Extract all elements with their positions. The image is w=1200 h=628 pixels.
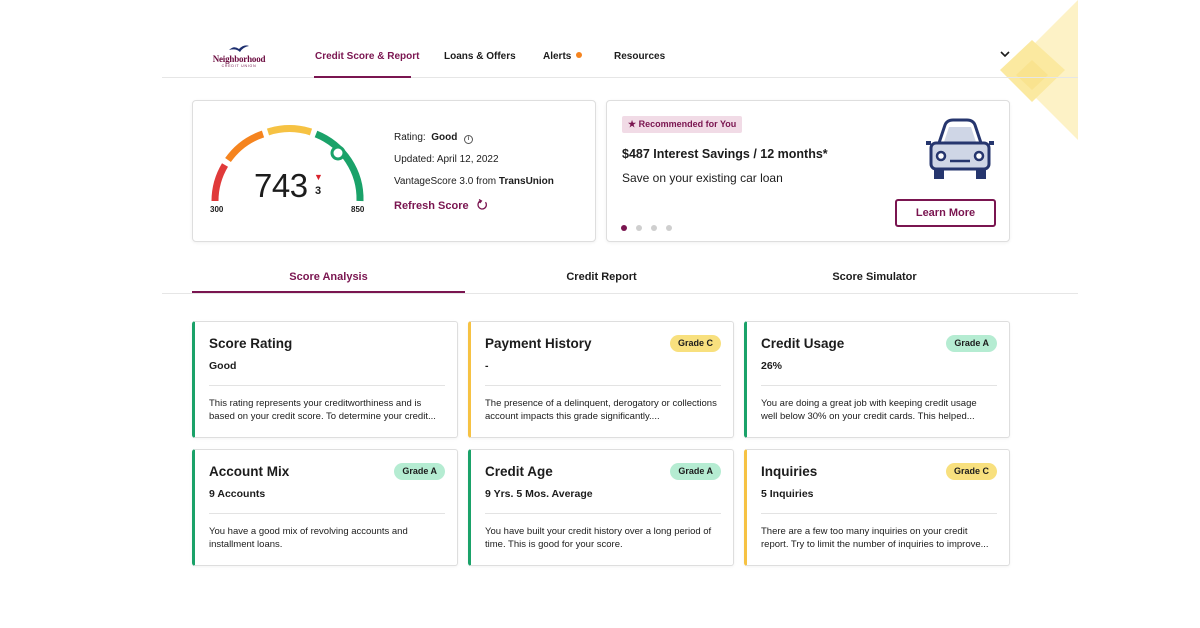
factor-description: There are a few too many inquiries on yo… xyxy=(761,526,989,550)
recommended-badge: ★ Recommended for You xyxy=(622,116,743,133)
factor-value: 9 Accounts xyxy=(209,488,266,500)
factor-description: The presence of a delinquent, derogatory… xyxy=(485,398,717,422)
grade-badge: Grade A xyxy=(670,463,721,480)
credit-score-card: 743 ▼ 3 300 850 Rating: Good i Updated: … xyxy=(192,100,596,242)
factor-title: Inquiries xyxy=(761,464,818,479)
gauge-max: 850 xyxy=(351,205,365,214)
factor-title: Credit Age xyxy=(485,464,553,479)
grade-badge: Grade C xyxy=(945,463,997,480)
rating-label: Rating: xyxy=(394,132,426,143)
divider xyxy=(485,385,721,386)
carousel-dots xyxy=(621,218,681,236)
learn-more-button[interactable]: Learn More xyxy=(895,199,996,227)
factor-card-credit-usage[interactable]: Credit Usage Grade A 26% You are doing a… xyxy=(744,321,1010,438)
nav-credit-score[interactable]: Credit Score & Report xyxy=(315,51,419,62)
divider xyxy=(485,513,721,514)
factor-value: Good xyxy=(209,360,237,372)
promo-subtitle: Save on your existing car loan xyxy=(622,171,783,185)
nav-alerts[interactable]: Alerts xyxy=(543,51,583,62)
carousel-dot[interactable] xyxy=(666,225,672,231)
promo-title: $487 Interest Savings / 12 months* xyxy=(622,147,828,161)
refresh-icon xyxy=(476,199,487,210)
grade-badge: Grade A xyxy=(946,335,997,352)
tab-credit-report[interactable]: Credit Report xyxy=(465,271,738,283)
score-change: 3 xyxy=(315,185,322,197)
divider xyxy=(209,385,445,386)
factor-description: You are doing a great job with keeping c… xyxy=(761,398,977,422)
factor-title: Score Rating xyxy=(209,336,293,351)
factor-description: You have a good mix of revolving account… xyxy=(209,526,408,550)
factor-title: Account Mix xyxy=(209,464,290,479)
score-model: VantageScore 3.0 from TransUnion xyxy=(394,176,554,187)
tab-score-simulator[interactable]: Score Simulator xyxy=(738,271,1011,283)
analysis-tabs: Score Analysis Credit Report Score Simul… xyxy=(162,262,1078,294)
carousel-dot[interactable] xyxy=(636,225,642,231)
recommendation-card: ★ Recommended for You $487 Interest Savi… xyxy=(606,100,1010,242)
refresh-score-button[interactable]: Refresh Score xyxy=(394,199,488,212)
tab-active-underline xyxy=(192,291,465,293)
star-icon: ★ xyxy=(628,119,637,129)
factor-card-payment-history[interactable]: Payment History Grade C - The presence o… xyxy=(468,321,734,438)
factor-value: - xyxy=(485,360,489,372)
carousel-dot[interactable] xyxy=(651,225,657,231)
score-model-prefix: VantageScore 3.0 from xyxy=(394,176,497,187)
factor-card-score-rating[interactable]: Score Rating Good This rating represents… xyxy=(192,321,458,438)
divider xyxy=(209,513,445,514)
grade-badge: Grade A xyxy=(394,463,445,480)
top-nav: Neighborhood CREDIT UNION Credit Score &… xyxy=(162,0,1078,78)
rating-value: Good xyxy=(431,132,458,143)
factor-value: 5 Inquiries xyxy=(761,488,814,500)
factor-card-account-mix[interactable]: Account Mix Grade A 9 Accounts You have … xyxy=(192,449,458,566)
score-value: 743 xyxy=(254,167,308,204)
nav-resources[interactable]: Resources xyxy=(614,51,665,62)
gauge-min: 300 xyxy=(210,205,224,214)
brand-logo[interactable]: Neighborhood CREDIT UNION xyxy=(208,44,270,69)
brand-tagline: CREDIT UNION xyxy=(221,64,257,68)
updated-date: Updated: April 12, 2022 xyxy=(394,154,499,165)
factor-value: 9 Yrs. 5 Mos. Average xyxy=(485,488,593,500)
score-down-arrow-icon: ▼ xyxy=(314,172,323,182)
chevron-down-icon[interactable] xyxy=(1000,50,1010,61)
score-bureau: TransUnion xyxy=(498,176,554,187)
nav-loans-offers[interactable]: Loans & Offers xyxy=(444,51,516,62)
factor-description: You have built your credit history over … xyxy=(485,526,712,550)
brand-name: Neighborhood xyxy=(212,54,266,64)
info-icon[interactable]: i xyxy=(464,135,474,144)
refresh-score-label: Refresh Score xyxy=(394,200,469,212)
car-icon xyxy=(926,118,994,179)
nav-active-underline xyxy=(314,76,411,78)
nav-alerts-label: Alerts xyxy=(543,51,572,62)
factor-title: Credit Usage xyxy=(761,336,845,351)
divider xyxy=(761,513,997,514)
tab-score-analysis[interactable]: Score Analysis xyxy=(192,271,465,283)
factor-value: 26% xyxy=(761,360,783,372)
rating-line: Rating: Good i xyxy=(394,132,474,144)
alert-dot-icon xyxy=(576,52,583,58)
factor-card-inquiries[interactable]: Inquiries Grade C 5 Inquiries There are … xyxy=(744,449,1010,566)
gauge-marker xyxy=(330,145,346,161)
bird-logo-icon xyxy=(229,45,249,52)
divider xyxy=(761,385,997,386)
factor-description: This rating represents your creditworthi… xyxy=(209,398,436,422)
factor-card-credit-age[interactable]: Credit Age Grade A 9 Yrs. 5 Mos. Average… xyxy=(468,449,734,566)
carousel-dot[interactable] xyxy=(621,225,627,231)
factor-title: Payment History xyxy=(485,336,592,351)
page: Neighborhood CREDIT UNION Credit Score &… xyxy=(162,0,1078,628)
grade-badge: Grade C xyxy=(669,335,721,352)
recommended-badge-label: Recommended for You xyxy=(638,119,737,129)
